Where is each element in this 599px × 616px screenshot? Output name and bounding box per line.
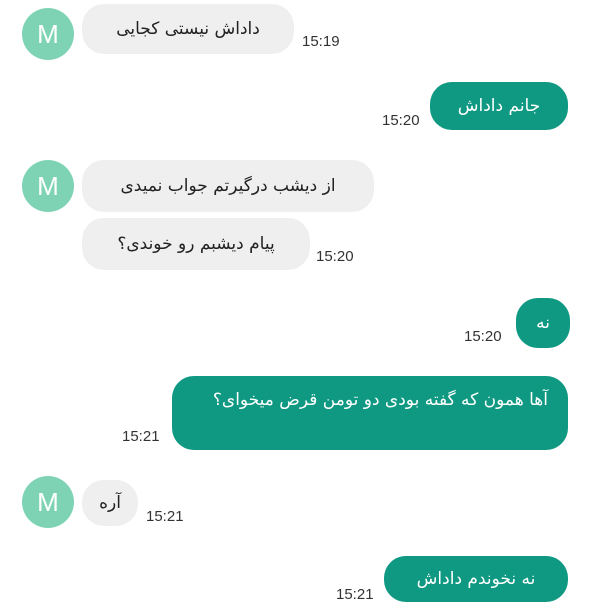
message-bubble-incoming[interactable]: آره: [82, 480, 138, 526]
message-bubble-outgoing[interactable]: آها همون که گفته بودی دو تومن قرض میخوای…: [172, 376, 568, 450]
message-timestamp: 15:21: [146, 508, 184, 525]
message-bubble-outgoing[interactable]: نه: [516, 298, 570, 348]
message-bubble-incoming[interactable]: داداش نیستی کجایی: [82, 4, 294, 54]
message-bubble-outgoing[interactable]: جانم داداش: [430, 82, 568, 130]
message-timestamp: 15:20: [316, 248, 354, 265]
message-bubble-outgoing[interactable]: نه نخوندم داداش: [384, 556, 568, 602]
message-timestamp: 15:21: [122, 428, 160, 445]
message-bubble-incoming[interactable]: پیام دیشبم رو خوندی؟: [82, 218, 310, 270]
contact-avatar[interactable]: M: [22, 8, 74, 60]
message-timestamp: 15:20: [382, 112, 420, 129]
message-timestamp: 15:20: [464, 328, 502, 345]
message-bubble-incoming[interactable]: از دیشب درگیرتم جواب نمیدی: [82, 160, 374, 212]
contact-avatar[interactable]: M: [22, 476, 74, 528]
contact-avatar[interactable]: M: [22, 160, 74, 212]
message-timestamp: 15:19: [302, 33, 340, 50]
message-timestamp: 15:21: [336, 586, 374, 603]
